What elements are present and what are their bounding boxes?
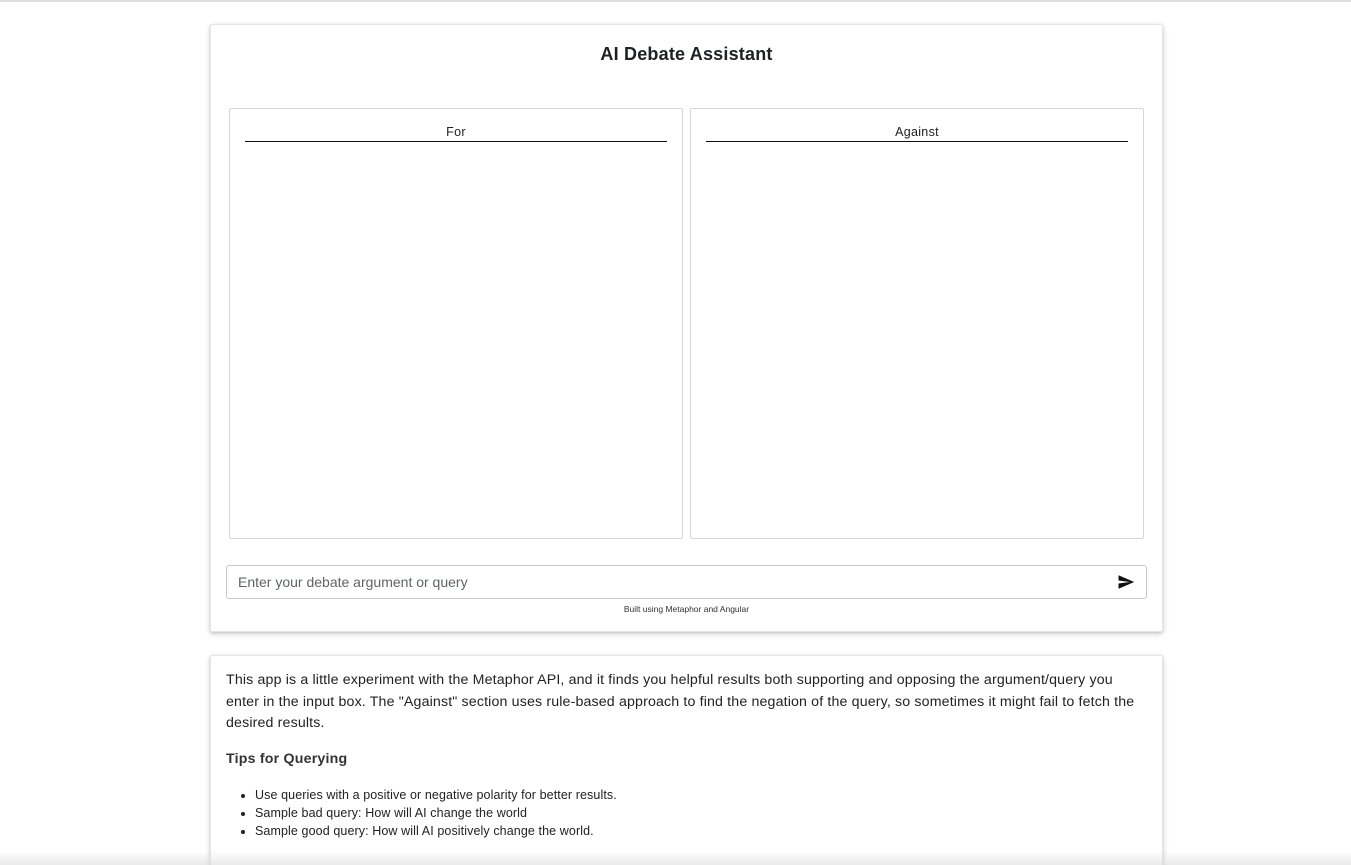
tips-heading: Tips for Querying [226,751,348,767]
against-panel-header: Against [706,125,1128,142]
info-card: This app is a little experiment with the… [210,655,1163,865]
send-button[interactable] [1106,566,1146,598]
top-divider [0,0,1351,2]
app-description: This app is a little experiment with the… [226,672,1135,731]
tips-list: Use queries with a positive or negative … [255,786,617,840]
list-item: Sample bad query: How will AI change the… [255,804,617,822]
built-with-note: Built using Metaphor and Angular [623,604,750,614]
debate-card: AI Debate Assistant For Against Built us… [210,24,1163,632]
for-panel: For [229,108,683,539]
query-input[interactable] [227,566,1106,598]
send-icon [1118,575,1135,589]
against-panel: Against [690,108,1144,539]
query-box [226,565,1147,599]
list-item: Use queries with a positive or negative … [255,786,617,804]
list-item: Sample good query: How will AI positivel… [255,822,617,840]
page-title: AI Debate Assistant [600,44,773,64]
for-panel-header: For [245,125,667,142]
